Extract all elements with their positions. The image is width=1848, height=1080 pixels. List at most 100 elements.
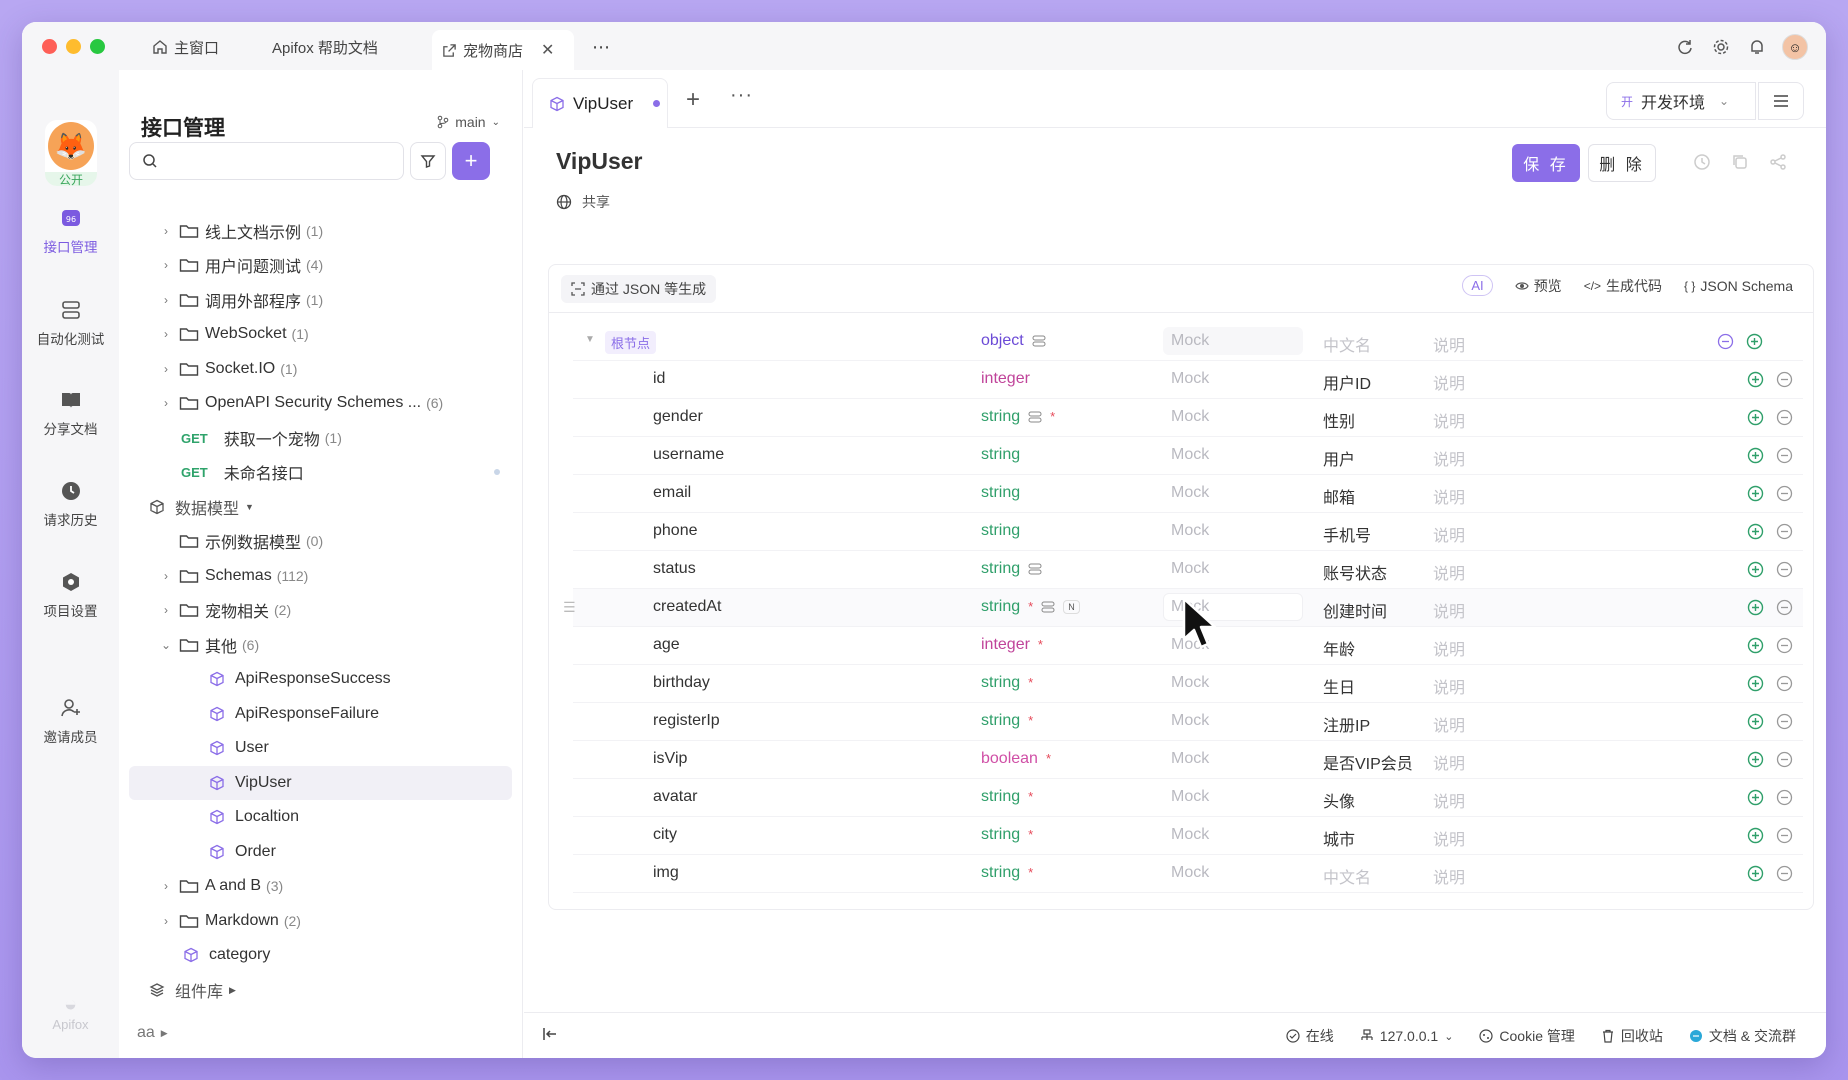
search-input[interactable] [129,142,404,180]
required-marker[interactable]: * [1038,637,1043,652]
rail-item-share-docs[interactable]: 分享文档 [22,388,119,438]
field-name[interactable]: email [653,484,691,502]
mock-input[interactable]: Mock [1171,484,1209,502]
add-field-icon[interactable] [1747,599,1764,616]
more-icon[interactable]: ··· [730,84,753,107]
mock-input[interactable]: Mock [1171,446,1209,464]
chevron-right-icon[interactable]: › [159,396,173,410]
add-field-icon[interactable] [1747,751,1764,768]
settings-toggle-icon[interactable] [1028,563,1042,575]
mock-input[interactable]: Mock [1171,560,1209,578]
chevron-right-icon[interactable]: › [159,293,173,307]
chevron-right-icon[interactable]: › [159,224,173,238]
field-row[interactable]: gender string * Mock 性别 说明 [573,399,1803,437]
close-window-button[interactable] [42,39,57,54]
caret-down-icon[interactable]: ▼ [585,334,595,345]
remove-field-icon[interactable] [1776,371,1793,388]
mock-input[interactable]: Mock [1171,522,1209,540]
tree-row[interactable]: 组件库 ▶ [129,973,512,1007]
field-name[interactable]: birthday [653,674,710,692]
tree-row[interactable]: › Socket.IO (1) [129,352,512,386]
description-input[interactable]: 说明 [1433,788,1465,812]
remove-field-icon[interactable] [1776,485,1793,502]
menu-button[interactable] [1758,82,1804,120]
chinese-name-input[interactable]: 账号状态 [1323,560,1387,584]
chinese-name-input[interactable]: 手机号 [1323,522,1371,546]
add-field-icon[interactable] [1747,409,1764,426]
description-input[interactable]: 说明 [1433,636,1465,660]
remove-field-icon[interactable] [1776,409,1793,426]
chinese-name-input[interactable]: 是否VIP会员 [1323,750,1413,774]
add-field-icon[interactable] [1747,865,1764,882]
description-input[interactable]: 说明 [1433,332,1465,356]
mock-input[interactable]: Mock [1171,750,1209,768]
chinese-name-input[interactable]: 中文名 [1323,332,1371,356]
field-name[interactable]: isVip [653,750,687,768]
chinese-name-input[interactable]: 性别 [1323,408,1355,432]
remove-field-icon[interactable] [1776,713,1793,730]
host-selector[interactable]: 127.0.0.1 ⌄ [1360,1028,1453,1044]
tree-row[interactable]: › A and B (3) [129,869,512,903]
root-field-row[interactable]: ▼ 根节点 object Mock 中文名 说明 [573,323,1803,361]
save-button[interactable]: 保 存 [1512,144,1580,182]
tree-row[interactable]: › 调用外部程序 (1) [129,283,512,317]
field-type[interactable]: boolean * [981,750,1051,768]
chevron-right-icon[interactable]: › [159,327,173,341]
field-type[interactable]: object [981,332,1046,350]
history-icon[interactable] [1692,152,1712,172]
field-type[interactable]: string * [981,712,1033,730]
field-name[interactable]: img [653,864,679,882]
add-field-icon[interactable] [1747,675,1764,692]
chinese-name-input[interactable]: 城市 [1323,826,1355,850]
field-row[interactable]: username string Mock 用户 说明 [573,437,1803,475]
rail-item-invite[interactable]: 邀请成员 [22,696,119,746]
chinese-name-input[interactable]: 注册IP [1323,712,1370,736]
add-field-icon[interactable] [1747,485,1764,502]
tree-row[interactable]: ⌄ 其他 (6) [129,628,512,662]
field-row[interactable]: city string * Mock 城市 说明 [573,817,1803,855]
window-tab-help[interactable]: Apifox 帮助文档 [262,30,388,64]
remove-field-icon[interactable] [1776,789,1793,806]
nullable-badge[interactable]: N [1063,599,1080,614]
field-name[interactable]: createdAt [653,598,721,616]
user-avatar[interactable]: ☺ [1782,34,1808,60]
chinese-name-input[interactable]: 邮箱 [1323,484,1355,508]
tree-row[interactable]: Localtion [129,800,512,834]
tree-row[interactable]: User [129,731,512,765]
new-tab-button[interactable]: + [686,86,700,114]
rail-item-api[interactable]: 96 接口管理 [22,206,119,256]
add-field-icon[interactable] [1747,789,1764,806]
description-input[interactable]: 说明 [1433,598,1465,622]
add-field-icon[interactable] [1746,333,1763,350]
more-tabs-icon[interactable]: ⋯ [582,30,620,64]
rail-item-history[interactable]: 请求历史 [22,479,119,529]
remove-field-icon[interactable] [1776,523,1793,540]
field-row[interactable]: birthday string * Mock 生日 说明 [573,665,1803,703]
share-icon[interactable] [1768,152,1788,172]
field-name[interactable]: id [653,370,665,388]
chevron-right-icon[interactable]: › [159,603,173,617]
description-input[interactable]: 说明 [1433,560,1465,584]
chevron-right-icon[interactable]: › [159,914,173,928]
window-tab-home[interactable]: 主窗口 [142,30,229,64]
add-field-icon[interactable] [1747,371,1764,388]
field-name[interactable]: age [653,636,680,654]
project-logo[interactable]: 🦊 公开 [45,120,97,186]
chinese-name-input[interactable]: 年龄 [1323,636,1355,660]
collapse-all-icon[interactable] [1717,333,1734,350]
tree-row[interactable]: › Schemas (112) [129,559,512,593]
required-marker[interactable]: * [1050,409,1055,424]
field-name[interactable]: status [653,560,696,578]
generate-code-button[interactable]: </> 生成代码 [1584,276,1662,296]
chinese-name-input[interactable]: 用户ID [1323,370,1371,394]
field-name[interactable]: avatar [653,788,697,806]
field-type[interactable]: integer [981,370,1030,388]
json-schema-button[interactable]: { } JSON Schema [1684,278,1793,294]
mock-input[interactable]: Mock [1171,712,1209,730]
field-row[interactable]: status string Mock 账号状态 说明 [573,551,1803,589]
tree-row[interactable]: › 用户问题测试 (4) [129,248,512,282]
mock-input[interactable]: Mock [1171,826,1209,844]
remove-field-icon[interactable] [1776,675,1793,692]
rail-item-automation[interactable]: 自动化测试 [22,298,119,348]
field-type[interactable]: integer * [981,636,1043,654]
